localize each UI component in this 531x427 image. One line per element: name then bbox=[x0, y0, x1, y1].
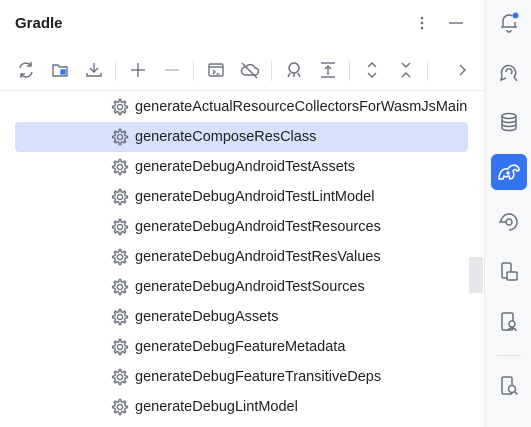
run-task-icon[interactable] bbox=[203, 57, 229, 83]
add-icon[interactable] bbox=[125, 57, 151, 83]
link-project-icon[interactable] bbox=[47, 57, 73, 83]
task-row[interactable]: generateDebugAndroidTestResources bbox=[15, 212, 468, 242]
toolbar-separator bbox=[193, 61, 194, 81]
gradle-panel: Gradle generateActualResourceCollectorsF… bbox=[0, 0, 484, 427]
panel-header: Gradle bbox=[0, 0, 484, 48]
gear-icon bbox=[111, 218, 129, 236]
gear-icon bbox=[111, 398, 129, 416]
task-label: generateActualResourceCollectorsForWasmJ… bbox=[135, 99, 468, 115]
collapse-icon[interactable] bbox=[393, 57, 419, 83]
database-icon[interactable] bbox=[491, 104, 527, 140]
notifications-icon[interactable] bbox=[491, 4, 527, 40]
gear-icon bbox=[111, 188, 129, 206]
gear-icon bbox=[111, 368, 129, 386]
task-row[interactable]: generateDebugAssets bbox=[15, 302, 468, 332]
task-label: generateDebugAndroidTestResources bbox=[135, 219, 381, 235]
build-variants-icon[interactable] bbox=[491, 204, 527, 240]
task-label: generateDebugAndroidTestLintModel bbox=[135, 189, 375, 205]
task-label: generateDebugAndroidTestAssets bbox=[135, 159, 356, 175]
analyze-dependencies-icon[interactable] bbox=[281, 57, 307, 83]
task-tree: generateActualResourceCollectorsForWasmJ… bbox=[0, 92, 484, 427]
reload-icon[interactable] bbox=[13, 57, 39, 83]
expand-all-icon[interactable] bbox=[315, 57, 341, 83]
task-row[interactable]: generateDebugAndroidTestLintModel bbox=[15, 182, 468, 212]
gear-icon bbox=[111, 338, 129, 356]
toolbar-separator bbox=[115, 61, 116, 81]
gear-icon bbox=[111, 128, 129, 146]
expand-icon[interactable] bbox=[359, 57, 385, 83]
task-row-selected[interactable]: generateComposeResClass bbox=[15, 122, 468, 152]
more-chevron-icon[interactable] bbox=[449, 57, 475, 83]
task-row[interactable]: generateActualResourceCollectorsForWasmJ… bbox=[15, 92, 468, 122]
device-manager-icon[interactable] bbox=[491, 254, 527, 290]
task-row[interactable]: generateDebugAndroidTestAssets bbox=[15, 152, 468, 182]
task-row[interactable]: generateDebugFeatureMetadata bbox=[15, 332, 468, 362]
vertical-scrollbar[interactable] bbox=[469, 257, 483, 293]
toolbar bbox=[0, 52, 484, 90]
task-label: generateComposeResClass bbox=[135, 129, 317, 145]
task-label: generateDebugAndroidTestSources bbox=[135, 279, 365, 295]
gear-icon bbox=[111, 98, 129, 116]
gear-icon bbox=[111, 308, 129, 326]
offline-mode-icon[interactable] bbox=[237, 57, 263, 83]
more-vertical-icon[interactable] bbox=[410, 11, 434, 35]
task-row[interactable]: generateDebugFeatureTransitiveDeps bbox=[15, 362, 468, 392]
task-label: generateDebugAssets bbox=[135, 309, 279, 325]
app-inspection-icon[interactable] bbox=[491, 368, 527, 404]
toolbar-separator bbox=[427, 61, 428, 81]
task-row[interactable]: generateDebugAndroidTestResValues bbox=[15, 242, 468, 272]
task-row[interactable]: generateDebugAndroidTestSources bbox=[15, 272, 468, 302]
ai-assistant-icon[interactable] bbox=[491, 54, 527, 90]
remove-icon[interactable] bbox=[159, 57, 185, 83]
right-tool-window-bar bbox=[484, 0, 531, 427]
sidebar-separator bbox=[497, 355, 521, 356]
minimize-icon[interactable] bbox=[444, 11, 468, 35]
gear-icon bbox=[111, 278, 129, 296]
running-devices-icon[interactable] bbox=[491, 304, 527, 340]
task-row[interactable]: generateDebugLintModel bbox=[15, 392, 468, 422]
task-label: generateDebugAndroidTestResValues bbox=[135, 249, 381, 265]
gear-icon bbox=[111, 248, 129, 266]
panel-title: Gradle bbox=[15, 15, 63, 32]
task-label: generateDebugFeatureTransitiveDeps bbox=[135, 369, 382, 385]
toolbar-separator bbox=[271, 61, 272, 81]
gear-icon bbox=[111, 158, 129, 176]
toolbar-separator bbox=[349, 61, 350, 81]
download-sources-icon[interactable] bbox=[81, 57, 107, 83]
toolbar-divider bbox=[0, 90, 484, 91]
task-label: generateDebugFeatureMetadata bbox=[135, 339, 346, 355]
task-label: generateDebugLintModel bbox=[135, 399, 298, 415]
gradle-icon[interactable] bbox=[491, 154, 527, 190]
